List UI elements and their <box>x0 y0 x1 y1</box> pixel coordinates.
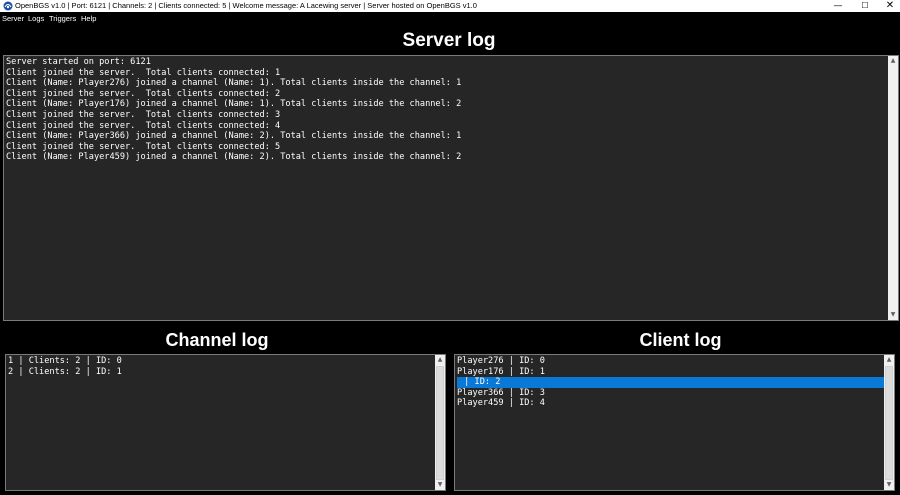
client-log-heading: Client log <box>639 330 722 350</box>
scroll-down-icon[interactable]: ▼ <box>888 310 898 320</box>
client-list-item[interactable]: Player366 | ID: 3 <box>455 388 886 399</box>
server-log-pane[interactable]: Server started on port: 6121 Client joine… <box>3 55 899 321</box>
server-log-line[interactable]: Client joined the server. Total clients … <box>4 89 888 100</box>
client-list-item[interactable]: Player276 | ID: 0 <box>455 356 886 367</box>
channel-log-scrollbar[interactable]: ▲ ▼ <box>435 355 445 490</box>
menu-bar: Server Logs Triggers Help <box>0 12 900 26</box>
server-log-heading: Server log <box>402 30 496 51</box>
client-list-item[interactable]: Player176 | ID: 1 <box>455 367 886 378</box>
maximize-icon[interactable]: ☐ <box>853 0 877 12</box>
channel-list-item[interactable]: 2 | Clients: 2 | ID: 1 <box>6 367 437 378</box>
scroll-up-icon[interactable]: ▲ <box>884 355 894 365</box>
client-list-item[interactable]: Player459 | ID: 4 <box>455 398 886 409</box>
menu-help[interactable]: Help <box>81 13 96 24</box>
client-log-pane[interactable]: Player276 | ID: 0 Player176 | ID: 1 | ID:… <box>454 354 895 491</box>
channel-log-pane[interactable]: 1 | Clients: 2 | ID: 02 | Clients: 2 | I… <box>5 354 446 491</box>
server-log-line[interactable]: Client joined the server. Total clients … <box>4 68 888 79</box>
channel-log-lines: 1 | Clients: 2 | ID: 02 | Clients: 2 | I… <box>6 356 437 377</box>
channel-list-item[interactable]: 1 | Clients: 2 | ID: 0 <box>6 356 437 367</box>
minimize-icon[interactable]: — <box>826 0 850 12</box>
scroll-down-icon[interactable]: ▼ <box>884 480 894 490</box>
client-log-scrollbar[interactable]: ▲ ▼ <box>884 355 894 490</box>
scroll-down-icon[interactable]: ▼ <box>435 480 445 490</box>
scroll-thumb[interactable] <box>436 366 444 480</box>
client-list-item[interactable]: | ID: 2 <box>457 377 886 388</box>
server-log-line[interactable]: Client joined the server. Total clients … <box>4 110 888 121</box>
menu-triggers[interactable]: Triggers <box>49 13 76 24</box>
title-bar: OpenBGS v1.0 | Port: 6121 | Channels: 2 … <box>0 0 900 12</box>
server-log-line[interactable]: Client (Name: Player366) joined a channe… <box>4 131 888 142</box>
server-log-line[interactable]: Server started on port: 6121 <box>4 57 888 68</box>
server-log-line[interactable]: Client joined the server. Total clients … <box>4 142 888 153</box>
scroll-up-icon[interactable]: ▲ <box>888 56 898 66</box>
channel-log-heading: Channel log <box>165 330 269 350</box>
window-title: OpenBGS v1.0 | Port: 6121 | Channels: 2 … <box>15 1 477 10</box>
server-log-line[interactable]: Client joined the server. Total clients … <box>4 121 888 132</box>
scroll-up-icon[interactable]: ▲ <box>435 355 445 365</box>
server-log-scrollbar[interactable]: ▲ ▼ <box>888 56 898 320</box>
client-log-lines: Player276 | ID: 0 Player176 | ID: 1 | ID:… <box>455 356 886 409</box>
close-icon[interactable]: ✕ <box>878 0 900 12</box>
menu-logs[interactable]: Logs <box>28 13 44 24</box>
server-log-line[interactable]: Client (Name: Player176) joined a channe… <box>4 99 888 110</box>
app-icon <box>3 1 13 11</box>
scroll-thumb[interactable] <box>885 366 893 480</box>
server-log-line[interactable]: Client (Name: Player276) joined a channe… <box>4 78 888 89</box>
server-log-line[interactable]: Client (Name: Player459) joined a channe… <box>4 152 888 163</box>
server-log-lines: Server started on port: 6121 Client joine… <box>4 57 888 163</box>
menu-server[interactable]: Server <box>2 13 24 24</box>
